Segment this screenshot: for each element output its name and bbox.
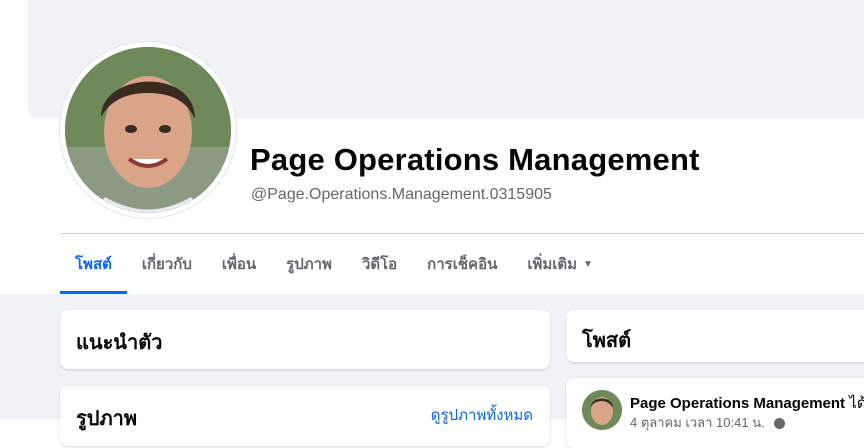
- tab-videos[interactable]: วิดีโอ: [347, 234, 412, 294]
- tab-posts[interactable]: โพสต์: [60, 234, 127, 294]
- posts-header-card: โพสต์: [566, 310, 864, 362]
- photos-card: รูปภาพ ดูรูปภาพทั้งหมด: [60, 386, 550, 446]
- photos-title: รูปภาพ: [76, 408, 138, 430]
- see-all-photos-link[interactable]: ดูรูปภาพทั้งหมด: [431, 403, 533, 427]
- avatar: [65, 47, 231, 213]
- post-card: Page Operations Management ได้อั 4 ตุลาค…: [566, 378, 864, 448]
- intro-card: แนะนำตัว: [60, 310, 550, 369]
- tab-about[interactable]: เกี่ยวกับ: [127, 234, 207, 294]
- post-timestamp[interactable]: 4 ตุลาคม เวลา 10:41 น.: [630, 415, 765, 430]
- post-meta: 4 ตุลาคม เวลา 10:41 น.: [630, 412, 786, 433]
- page-username: @Page.Operations.Management.0315905: [251, 186, 552, 203]
- page-title: Page Operations Management: [250, 142, 700, 177]
- tab-more[interactable]: เพิ่มเติม ▼: [512, 234, 608, 294]
- tab-label: โพสต์: [75, 256, 112, 273]
- tab-label: เพื่อน: [221, 256, 257, 273]
- tab-label: วิดีโอ: [361, 256, 398, 273]
- post-action-text: ได้อั: [849, 395, 864, 412]
- avatar-portrait: [65, 47, 231, 213]
- post-author-name[interactable]: Page Operations Management: [630, 395, 845, 412]
- intro-title: แนะนำตัว: [76, 332, 163, 354]
- post-author-avatar[interactable]: [582, 390, 622, 430]
- tab-label: เพิ่มเติม: [527, 256, 578, 273]
- avatar-thumbnail: [582, 390, 622, 430]
- tab-label: การเช็คอิน: [427, 256, 498, 273]
- tab-checkins[interactable]: การเช็คอิน: [412, 234, 512, 294]
- tab-photos[interactable]: รูปภาพ: [271, 234, 347, 294]
- posts-title: โพสต์: [582, 330, 632, 352]
- tab-friends[interactable]: เพื่อน: [207, 234, 271, 294]
- profile-tabs: โพสต์ เกี่ยวกับ เพื่อน รูปภาพ วิดีโอ การ…: [60, 234, 608, 294]
- globe-icon: [774, 418, 786, 430]
- profile-picture[interactable]: [60, 42, 236, 218]
- caret-down-icon: ▼: [583, 258, 593, 270]
- tab-label: รูปภาพ: [286, 256, 332, 273]
- tab-label: เกี่ยวกับ: [141, 256, 192, 273]
